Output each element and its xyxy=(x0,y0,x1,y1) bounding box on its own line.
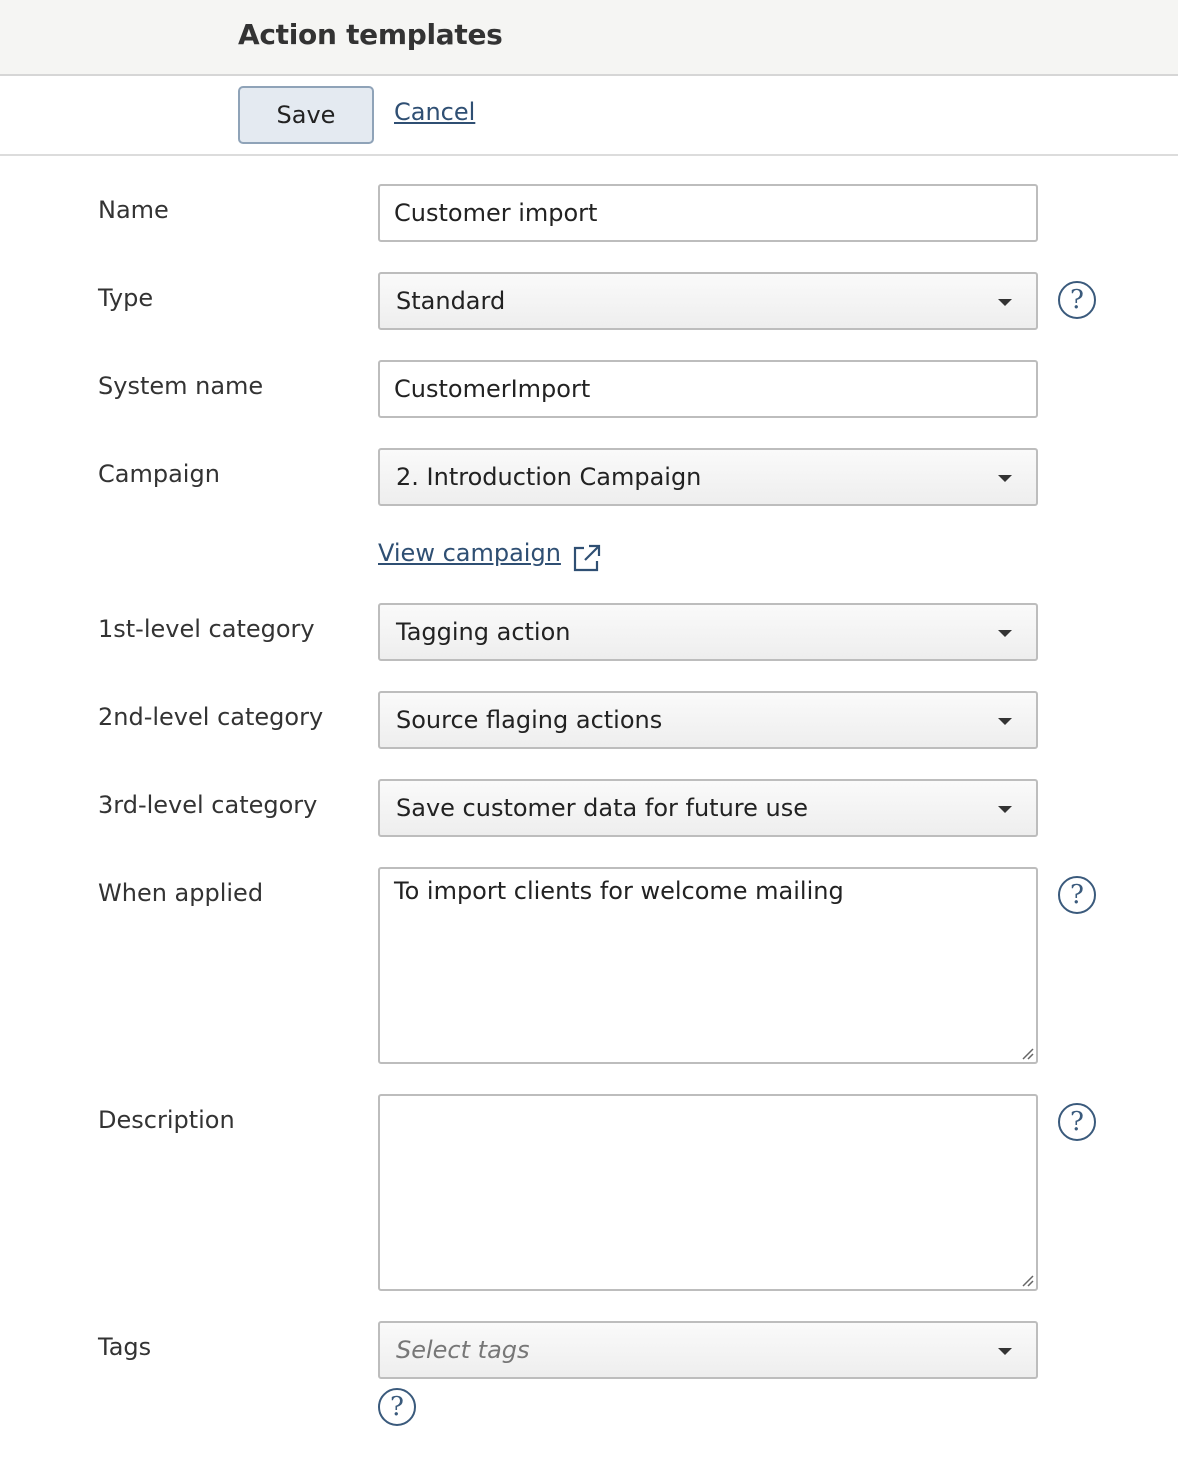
category3-label: 3rd-level category xyxy=(98,791,318,819)
resize-handle-icon[interactable] xyxy=(1020,1273,1034,1287)
external-link-icon[interactable] xyxy=(572,543,602,573)
category1-select[interactable]: Tagging action xyxy=(378,603,1038,661)
campaign-label: Campaign xyxy=(98,460,220,488)
help-icon[interactable]: ? xyxy=(378,1388,416,1426)
toolbar: Save Cancel xyxy=(0,76,1178,156)
description-label: Description xyxy=(98,1106,235,1134)
category2-select[interactable]: Source flaging actions xyxy=(378,691,1038,749)
help-icon[interactable]: ? xyxy=(1058,1103,1096,1141)
view-campaign-link[interactable]: View campaign xyxy=(378,539,561,567)
chevron-down-icon xyxy=(998,1348,1012,1355)
description-textarea[interactable] xyxy=(378,1094,1038,1291)
page-header: Action templates xyxy=(0,0,1178,76)
resize-handle-icon[interactable] xyxy=(1020,1046,1034,1060)
save-button[interactable]: Save xyxy=(238,86,374,144)
system-name-input[interactable]: CustomerImport xyxy=(378,360,1038,418)
tags-placeholder: Select tags xyxy=(396,1336,530,1364)
when-applied-label: When applied xyxy=(98,879,264,907)
category2-select-value: Source flaging actions xyxy=(396,706,663,734)
chevron-down-icon xyxy=(998,630,1012,637)
page-title: Action templates xyxy=(238,18,503,51)
type-label: Type xyxy=(98,284,154,312)
category3-select-value: Save customer data for future use xyxy=(396,794,808,822)
category3-select[interactable]: Save customer data for future use xyxy=(378,779,1038,837)
system-name-label: System name xyxy=(98,372,264,400)
chevron-down-icon xyxy=(998,475,1012,482)
category2-label: 2nd-level category xyxy=(98,703,324,731)
chevron-down-icon xyxy=(998,299,1012,306)
category1-select-value: Tagging action xyxy=(396,618,571,646)
name-label: Name xyxy=(98,196,169,224)
type-select[interactable]: Standard xyxy=(378,272,1038,330)
help-icon[interactable]: ? xyxy=(1058,876,1096,914)
tags-label: Tags xyxy=(98,1333,152,1361)
name-input[interactable]: Customer import xyxy=(378,184,1038,242)
system-name-input-value: CustomerImport xyxy=(394,375,591,403)
name-input-value: Customer import xyxy=(394,199,598,227)
cancel-link[interactable]: Cancel xyxy=(394,98,475,126)
campaign-select-value: 2. Introduction Campaign xyxy=(396,463,702,491)
campaign-select[interactable]: 2. Introduction Campaign xyxy=(378,448,1038,506)
type-select-value: Standard xyxy=(396,287,506,315)
chevron-down-icon xyxy=(998,806,1012,813)
category1-label: 1st-level category xyxy=(98,615,315,643)
chevron-down-icon xyxy=(998,718,1012,725)
help-icon[interactable]: ? xyxy=(1058,281,1096,319)
tags-select[interactable]: Select tags xyxy=(378,1321,1038,1379)
when-applied-value: To import clients for welcome mailing xyxy=(394,877,844,905)
when-applied-textarea[interactable]: To import clients for welcome mailing xyxy=(378,867,1038,1064)
